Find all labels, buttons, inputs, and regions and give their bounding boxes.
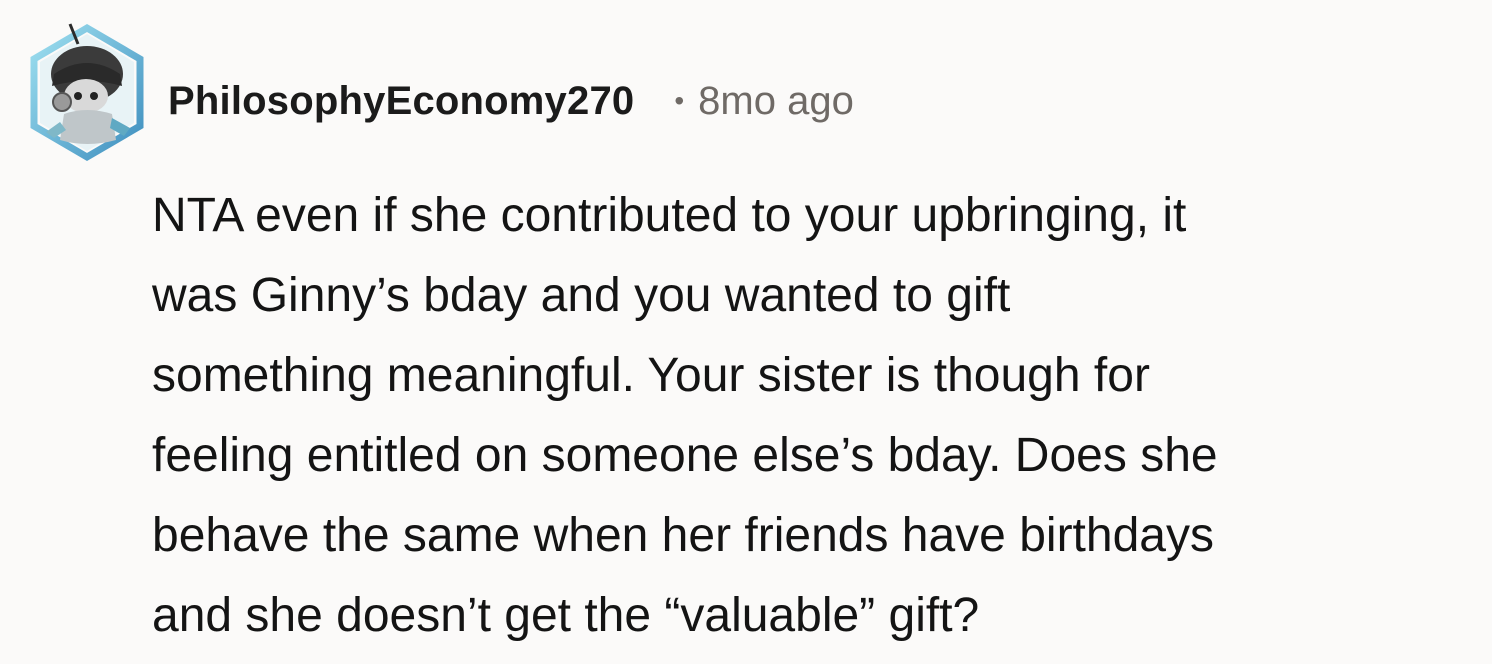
snoo-avatar-icon (30, 23, 144, 162)
meta-separator: • (674, 85, 685, 116)
comment-body: NTA even if she contributed to your upbr… (152, 189, 1218, 642)
comment-header: PhilosophyEconomy270 • 8mo ago (168, 76, 854, 126)
comment-timestamp[interactable]: 8mo ago (698, 79, 854, 124)
user-avatar[interactable] (26, 22, 148, 164)
comment: PhilosophyEconomy270 • 8mo ago NTA even … (0, 0, 1492, 664)
username-link[interactable]: PhilosophyEconomy270 (168, 79, 634, 124)
